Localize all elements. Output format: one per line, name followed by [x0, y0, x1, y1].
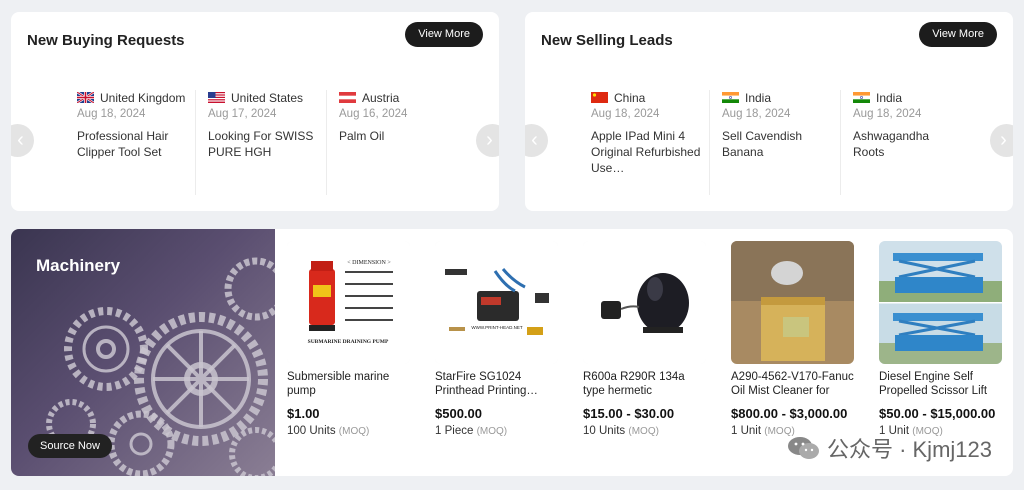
list-item[interactable]: China Aug 18, 2024 Apple IPad Mini 4 Ori…: [579, 90, 710, 195]
uk-flag-icon: [77, 92, 94, 103]
lead-country: United Kingdom: [100, 90, 186, 105]
selling-leads-title: New Selling Leads: [541, 32, 673, 49]
lead-date: Aug 18, 2024: [722, 108, 791, 120]
buying-next-arrow-icon[interactable]: ›: [476, 124, 499, 157]
product-price: $500.00: [435, 406, 482, 421]
selling-next-arrow-icon[interactable]: ›: [990, 124, 1013, 157]
product-card[interactable]: WWW.PRINT-HEAD.NET StarFire SG1024 Print…: [435, 241, 583, 437]
list-item[interactable]: India Aug 18, 2024 Sell Cavendish Banana: [710, 90, 841, 195]
lead-country: China: [614, 90, 646, 105]
product-image[interactable]: [583, 241, 706, 364]
lead-country: United States: [231, 90, 304, 105]
product-image-text: < DIMENSION >: [347, 260, 391, 266]
us-flag-icon: [208, 92, 225, 103]
china-flag-icon: [591, 92, 608, 103]
india-flag-icon: [853, 92, 870, 103]
watermark-text: 公众号 · Kjmj123: [826, 437, 992, 462]
list-item[interactable]: Austria Aug 16, 2024 Palm Oil: [327, 90, 458, 195]
selling-leads-list: China Aug 18, 2024 Apple IPad Mini 4 Ori…: [579, 90, 972, 195]
lead-title[interactable]: Palm Oil: [339, 128, 449, 144]
product-card[interactable]: Diesel Engine Self Propelled Scissor Lif…: [879, 241, 1013, 437]
product-card[interactable]: < DIMENSION > SUBMARINE DRAINING PUMP Su…: [287, 241, 435, 437]
product-price: $1.00: [287, 406, 320, 421]
product-image-caption: SUBMARINE DRAINING PUMP: [308, 339, 389, 345]
product-name[interactable]: Submersible marine pump: [287, 370, 410, 398]
selling-leads-panel: New Selling Leads View More ‹ China Aug …: [525, 12, 1013, 211]
product-image-text: WWW.PRINT-HEAD.NET: [471, 325, 522, 330]
lead-date: Aug 18, 2024: [77, 108, 146, 120]
product-name[interactable]: StarFire SG1024 Printhead Printing…: [435, 370, 558, 398]
buying-requests-title: New Buying Requests: [27, 32, 185, 49]
category-title: Machinery: [36, 256, 121, 275]
product-image[interactable]: WWW.PRINT-HEAD.NET: [435, 241, 558, 364]
austria-flag-icon: [339, 92, 356, 103]
source-now-button[interactable]: Source Now: [28, 434, 112, 458]
india-flag-icon: [722, 92, 739, 103]
wechat-icon: [787, 437, 819, 459]
lead-date: Aug 17, 2024: [208, 108, 277, 120]
buying-leads-list: United Kingdom Aug 18, 2024 Professional…: [65, 90, 458, 195]
product-price: $15.00 - $30.00: [583, 406, 675, 421]
product-name[interactable]: Diesel Engine Self Propelled Scissor Lif…: [879, 370, 1002, 398]
product-moq: 1 Piece (MOQ): [435, 425, 508, 437]
product-card[interactable]: A290-4562-V170-Fanuc Oil Mist Cleaner fo…: [731, 241, 879, 437]
lead-date: Aug 18, 2024: [853, 108, 922, 120]
lead-date: Aug 18, 2024: [591, 108, 660, 120]
lead-date: Aug 16, 2024: [339, 108, 408, 120]
buying-prev-arrow-icon[interactable]: ‹: [11, 124, 34, 157]
product-moq: 10 Units (MOQ): [583, 425, 659, 437]
lead-title[interactable]: Looking For SWISS PURE HGH: [208, 128, 318, 160]
lead-title[interactable]: Apple IPad Mini 4 Original Refurbished U…: [591, 128, 701, 176]
lead-country: India: [876, 90, 903, 105]
selling-prev-arrow-icon[interactable]: ‹: [525, 124, 548, 157]
watermark: 公众号 · Kjmj123: [787, 432, 992, 464]
buying-view-more-button[interactable]: View More: [405, 22, 483, 47]
list-item[interactable]: India Aug 18, 2024 Ashwagandha Roots: [841, 90, 972, 195]
product-image[interactable]: < DIMENSION > SUBMARINE DRAINING PUMP: [287, 241, 410, 364]
product-image[interactable]: [879, 241, 1002, 364]
product-price: $800.00 - $3,000.00: [731, 406, 848, 421]
lead-title[interactable]: Professional Hair Clipper Tool Set: [77, 128, 187, 160]
lead-country: Austria: [362, 90, 400, 105]
selling-view-more-button[interactable]: View More: [919, 22, 997, 47]
product-image[interactable]: [731, 241, 854, 364]
product-moq: 100 Units (MOQ): [287, 425, 370, 437]
product-name[interactable]: R600a R290R 134a type hermetic refrigera…: [583, 370, 706, 398]
buying-requests-panel: New Buying Requests View More ‹ United K…: [11, 12, 499, 211]
product-name[interactable]: A290-4562-V170-Fanuc Oil Mist Cleaner fo…: [731, 370, 854, 398]
lead-title[interactable]: Sell Cavendish Banana: [722, 128, 832, 160]
lead-country: India: [745, 90, 772, 105]
product-card[interactable]: R600a R290R 134a type hermetic refrigera…: [583, 241, 731, 437]
product-list: < DIMENSION > SUBMARINE DRAINING PUMP Su…: [287, 241, 1013, 437]
product-price: $50.00 - $15,000.00: [879, 406, 996, 421]
machinery-banner[interactable]: Machinery Source Now: [11, 229, 275, 476]
list-item[interactable]: United Kingdom Aug 18, 2024 Professional…: [65, 90, 196, 195]
lead-title[interactable]: Ashwagandha Roots: [853, 128, 963, 160]
list-item[interactable]: United States Aug 17, 2024 Looking For S…: [196, 90, 327, 195]
